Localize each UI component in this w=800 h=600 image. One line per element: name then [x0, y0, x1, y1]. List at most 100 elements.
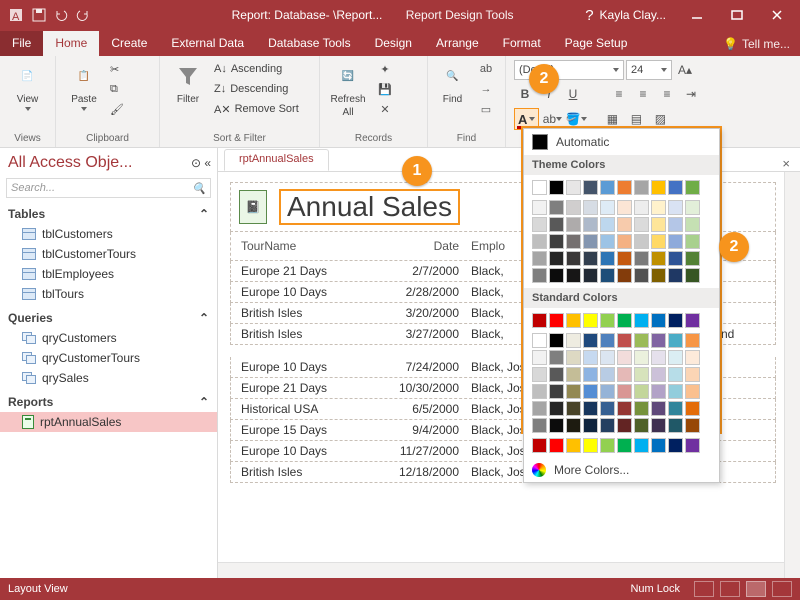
- nav-group-queries[interactable]: Queries⌃: [0, 308, 217, 328]
- color-swatch[interactable]: [668, 384, 683, 399]
- col-date[interactable]: Date: [379, 236, 469, 256]
- nav-title[interactable]: All Access Obje...: [8, 154, 133, 172]
- color-swatch[interactable]: [617, 438, 632, 453]
- cut-button[interactable]: ✂: [110, 60, 124, 78]
- color-swatch[interactable]: [566, 234, 581, 249]
- color-swatch[interactable]: [532, 234, 547, 249]
- color-swatch[interactable]: [549, 234, 564, 249]
- color-swatch[interactable]: [583, 367, 598, 382]
- color-swatch[interactable]: [600, 180, 615, 195]
- format-painter-button[interactable]: 🖌: [110, 100, 124, 118]
- color-swatch[interactable]: [549, 350, 564, 365]
- tab-database-tools[interactable]: Database Tools: [256, 31, 363, 56]
- color-swatch[interactable]: [668, 367, 683, 382]
- tab-page-setup[interactable]: Page Setup: [553, 31, 640, 56]
- color-swatch[interactable]: [668, 401, 683, 416]
- color-swatch[interactable]: [583, 333, 598, 348]
- color-swatch[interactable]: [600, 333, 615, 348]
- color-swatch[interactable]: [685, 418, 700, 433]
- refresh-all-button[interactable]: 🔄RefreshAll: [328, 60, 368, 118]
- goto[interactable]: →: [475, 80, 497, 98]
- color-swatch[interactable]: [549, 251, 564, 266]
- tab-format[interactable]: Format: [491, 31, 553, 56]
- color-swatch[interactable]: [685, 384, 700, 399]
- color-swatch[interactable]: [549, 180, 564, 195]
- color-swatch[interactable]: [532, 350, 547, 365]
- color-swatch[interactable]: [532, 180, 547, 195]
- conditional[interactable]: ▨: [649, 109, 671, 129]
- color-swatch[interactable]: [634, 234, 649, 249]
- color-swatch[interactable]: [651, 350, 666, 365]
- nav-item-table[interactable]: tblTours: [0, 284, 217, 304]
- close-doc-icon[interactable]: ×: [772, 156, 800, 171]
- color-swatch[interactable]: [617, 234, 632, 249]
- color-swatch[interactable]: [685, 401, 700, 416]
- maximize-button[interactable]: [720, 4, 754, 26]
- color-swatch[interactable]: [634, 418, 649, 433]
- color-swatch[interactable]: [668, 200, 683, 215]
- color-swatch[interactable]: [566, 251, 581, 266]
- color-swatch[interactable]: [549, 401, 564, 416]
- color-swatch[interactable]: [549, 367, 564, 382]
- color-swatch[interactable]: [685, 180, 700, 195]
- color-swatch[interactable]: [600, 401, 615, 416]
- color-swatch[interactable]: [549, 313, 564, 328]
- highlight-button[interactable]: ab: [541, 109, 563, 129]
- color-swatch[interactable]: [600, 217, 615, 232]
- color-swatch[interactable]: [532, 384, 547, 399]
- nav-collapse-icon[interactable]: ⊙ «: [191, 156, 211, 170]
- vertical-scrollbar[interactable]: [784, 172, 800, 578]
- sort-descending[interactable]: Z↓ Descending: [214, 80, 299, 98]
- view-layout[interactable]: [746, 581, 766, 597]
- tab-create[interactable]: Create: [99, 31, 159, 56]
- horizontal-scrollbar[interactable]: [218, 562, 784, 578]
- color-swatch[interactable]: [532, 251, 547, 266]
- underline-button[interactable]: U: [562, 84, 584, 104]
- nav-item-table[interactable]: tblCustomers: [0, 224, 217, 244]
- copy-button[interactable]: ⧉: [110, 80, 124, 98]
- color-swatch[interactable]: [600, 251, 615, 266]
- tab-arrange[interactable]: Arrange: [424, 31, 491, 56]
- fill-color-button[interactable]: 🪣: [565, 109, 587, 129]
- color-swatch[interactable]: [651, 200, 666, 215]
- color-swatch[interactable]: [566, 367, 581, 382]
- color-swatch[interactable]: [566, 333, 581, 348]
- color-swatch[interactable]: [651, 333, 666, 348]
- redo-icon[interactable]: [76, 8, 90, 22]
- color-swatch[interactable]: [532, 438, 547, 453]
- save-icon[interactable]: [32, 8, 46, 22]
- tab-design[interactable]: Design: [363, 31, 424, 56]
- color-swatch[interactable]: [651, 217, 666, 232]
- sort-ascending[interactable]: A↓ Ascending: [214, 60, 299, 78]
- nav-item-report[interactable]: rptAnnualSales: [0, 412, 217, 432]
- tell-me[interactable]: 💡 Tell me...: [713, 32, 800, 56]
- font-color-button[interactable]: A: [514, 108, 539, 130]
- color-swatch[interactable]: [685, 268, 700, 283]
- color-swatch[interactable]: [583, 438, 598, 453]
- find-button[interactable]: 🔍Find: [436, 60, 469, 105]
- nav-group-tables[interactable]: Tables⌃: [0, 204, 217, 224]
- tab-external-data[interactable]: External Data: [159, 31, 256, 56]
- color-swatch[interactable]: [651, 234, 666, 249]
- paste-button[interactable]: 📋Paste: [64, 60, 104, 111]
- color-swatch[interactable]: [566, 438, 581, 453]
- color-swatch[interactable]: [668, 333, 683, 348]
- color-swatch[interactable]: [668, 217, 683, 232]
- color-swatch[interactable]: [600, 313, 615, 328]
- color-swatch[interactable]: [583, 180, 598, 195]
- color-swatch[interactable]: [600, 438, 615, 453]
- col-tourname[interactable]: TourName: [239, 236, 379, 256]
- color-swatch[interactable]: [651, 251, 666, 266]
- color-swatch[interactable]: [566, 217, 581, 232]
- user-name[interactable]: Kayla Clay...: [600, 8, 666, 22]
- color-swatch[interactable]: [651, 418, 666, 433]
- view-button[interactable]: 📄View: [8, 60, 47, 111]
- report-title[interactable]: Annual Sales: [279, 189, 460, 225]
- color-swatch[interactable]: [532, 217, 547, 232]
- color-swatch[interactable]: [532, 200, 547, 215]
- nav-item-query[interactable]: qryCustomerTours: [0, 348, 217, 368]
- color-swatch[interactable]: [617, 367, 632, 382]
- color-swatch[interactable]: [668, 268, 683, 283]
- color-swatch[interactable]: [651, 268, 666, 283]
- color-swatch[interactable]: [583, 384, 598, 399]
